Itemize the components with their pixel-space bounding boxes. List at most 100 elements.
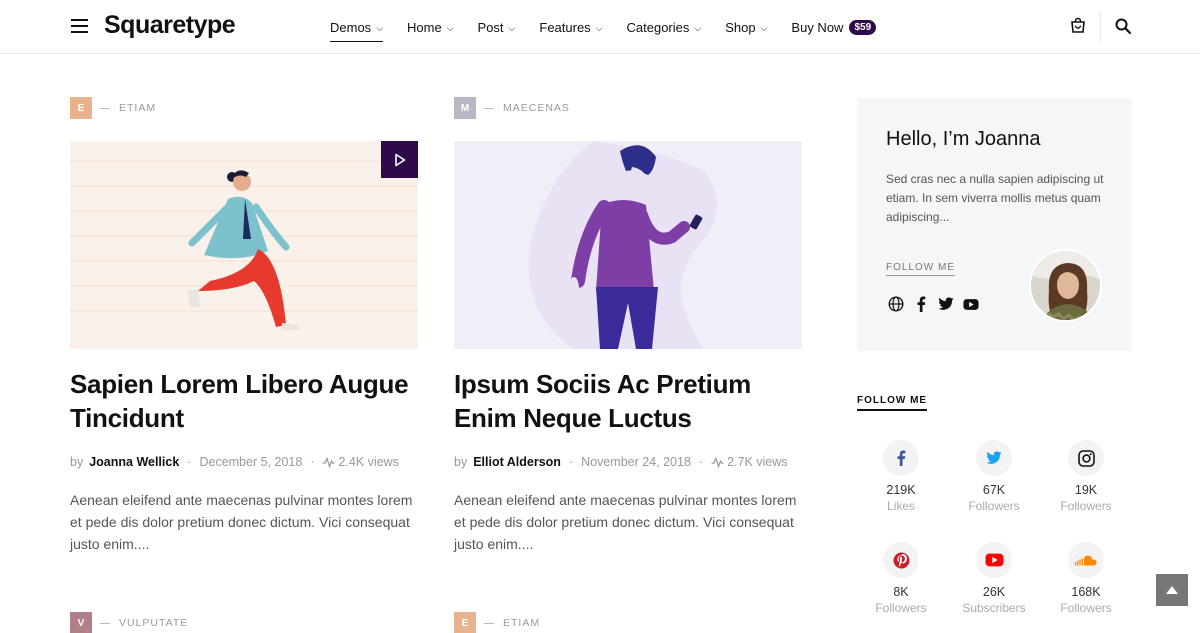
post-meta: by Elliot Alderson · November 24, 2018 ·… (454, 455, 788, 469)
chevron-down-icon: ⌵ (446, 22, 454, 33)
post-excerpt: Aenean eleifend ante maecenas pulvinar m… (70, 492, 413, 552)
counter-value: 67K (982, 483, 1006, 497)
category-letter-badge: E (454, 612, 476, 633)
meta-separator: · (310, 455, 315, 469)
category-letter-badge: M (454, 97, 476, 119)
meta-separator: · (568, 455, 574, 469)
facebook-icon (883, 440, 919, 476)
category-dash (484, 107, 494, 109)
search-icon[interactable] (1114, 17, 1132, 35)
play-icon (394, 153, 405, 166)
nav-item-shop[interactable]: Shop ⌵ (725, 18, 767, 36)
counter-label: Followers (968, 499, 1020, 513)
post-views: 2.7K views (727, 455, 788, 469)
nav-label: Features (539, 19, 591, 35)
about-social-links (888, 296, 979, 312)
pinterest-icon (883, 542, 919, 578)
post-category[interactable]: M MAECENAS (454, 97, 802, 119)
category-name: ETIAM (119, 102, 157, 114)
counter-value: 168K (1071, 585, 1101, 599)
views-icon (322, 456, 335, 468)
cart-icon[interactable] (1069, 17, 1087, 35)
nav-item-post[interactable]: Post ⌵ (478, 18, 516, 36)
counter-label: Subscribers (962, 601, 1026, 615)
instagram-icon (1068, 440, 1104, 476)
nav-label: Post (477, 19, 504, 35)
nav-item-features[interactable]: Features ⌵ (539, 18, 602, 36)
category-dash (484, 622, 494, 624)
category-dash (100, 622, 110, 624)
nav-item-buy-now[interactable]: Buy Now $59 (791, 18, 877, 36)
post-views: 2.4K views (338, 455, 399, 469)
counter-value: 219K (886, 483, 916, 497)
category-name: MAECENAS (503, 102, 570, 114)
views-icon (711, 456, 724, 468)
about-bio: Sed cras nec a nulla sapien adipiscing u… (886, 172, 1104, 224)
post-thumbnail[interactable] (70, 141, 418, 349)
follow-widget-title: FOLLOW ME (857, 395, 928, 411)
counter-label: Likes (886, 499, 915, 513)
counter-label: Followers (1060, 601, 1112, 615)
post-meta: by Joanna Wellick · December 5, 2018 · 2… (70, 455, 399, 469)
category-name: VULPUTATE (119, 617, 189, 629)
site-logo[interactable]: Squaretype (104, 11, 236, 40)
follow-me-label: FOLLOW ME (886, 262, 956, 276)
post-card: M MAECENAS Ipsum Sociis Ac Pretium Enim … (454, 97, 802, 567)
post-category[interactable]: E ETIAM (70, 97, 418, 119)
social-counter-twitter[interactable]: 67K Followers (954, 440, 1034, 513)
nav-item-categories[interactable]: Categories ⌵ (627, 18, 702, 36)
nav-label: Shop (725, 19, 756, 35)
nav-item-home[interactable]: Home ⌵ (407, 18, 454, 36)
meta-separator: · (187, 455, 192, 469)
post-thumbnail[interactable] (454, 141, 802, 349)
meta-by: by (70, 455, 84, 469)
chevron-down-icon: ⌵ (694, 22, 702, 33)
post-card: E ETIAM Sapien Lorem Libero Augue Tincid… (70, 97, 418, 567)
social-counter-instagram[interactable]: 19K Followers (1046, 440, 1126, 513)
category-dash (100, 107, 110, 109)
avatar (1029, 249, 1102, 322)
counter-value: 8K (893, 585, 909, 599)
woman-walking-illustration (70, 160, 418, 330)
category-letter-badge: V (70, 612, 92, 633)
chevron-down-icon: ⌵ (760, 22, 768, 33)
chevron-down-icon: ⌵ (508, 22, 516, 33)
twitter-icon (976, 440, 1012, 476)
facebook-icon[interactable] (913, 296, 929, 312)
post-excerpt: Aenean eleifend ante maecenas pulvinar m… (454, 492, 797, 552)
about-title: Hello, I’m Joanna (886, 128, 1041, 150)
counter-value: 26K (982, 585, 1006, 599)
globe-icon[interactable] (888, 296, 904, 312)
meta-by: by (454, 455, 468, 469)
post-title[interactable]: Sapien Lorem Libero Augue Tincidunt (70, 367, 418, 435)
menu-icon[interactable] (71, 19, 88, 33)
category-name: ETIAM (503, 617, 541, 629)
social-counter-soundcloud[interactable]: 168K Followers (1046, 542, 1126, 615)
chevron-down-icon: ⌵ (376, 22, 384, 33)
nav-label: Categories (626, 19, 690, 35)
soundcloud-icon (1068, 542, 1104, 578)
nav-label: Demos (330, 19, 372, 35)
social-counter-pinterest[interactable]: 8K Followers (861, 542, 941, 615)
post-category[interactable]: E ETIAM (454, 612, 540, 633)
main-nav: Demos ⌵ Home ⌵ Post ⌵ Features ⌵ Categories ⌵… (330, 18, 900, 42)
scroll-to-top-button[interactable] (1156, 574, 1188, 606)
play-video-button[interactable] (381, 141, 418, 178)
twitter-icon[interactable] (938, 296, 954, 312)
nav-label: Buy Now (791, 19, 844, 35)
post-author[interactable]: Elliot Alderson (473, 455, 561, 469)
man-with-phone-illustration (529, 141, 717, 349)
category-letter-badge: E (70, 97, 92, 119)
chevron-up-icon (1166, 586, 1178, 594)
about-widget: Hello, I’m Joanna Sed cras nec a nulla s… (857, 98, 1132, 351)
social-counter-youtube[interactable]: 26K Subscribers (954, 542, 1034, 615)
post-category[interactable]: V VULPUTATE (70, 612, 188, 633)
nav-label: Home (407, 19, 442, 35)
counter-value: 19K (1074, 483, 1098, 497)
post-author[interactable]: Joanna Wellick (89, 455, 179, 469)
counter-label: Followers (1060, 499, 1112, 513)
social-counter-facebook[interactable]: 219K Likes (861, 440, 941, 513)
post-title[interactable]: Ipsum Sociis Ac Pretium Enim Neque Luctu… (454, 367, 802, 435)
nav-item-demos[interactable]: Demos ⌵ (330, 18, 384, 42)
youtube-icon[interactable] (963, 296, 979, 312)
